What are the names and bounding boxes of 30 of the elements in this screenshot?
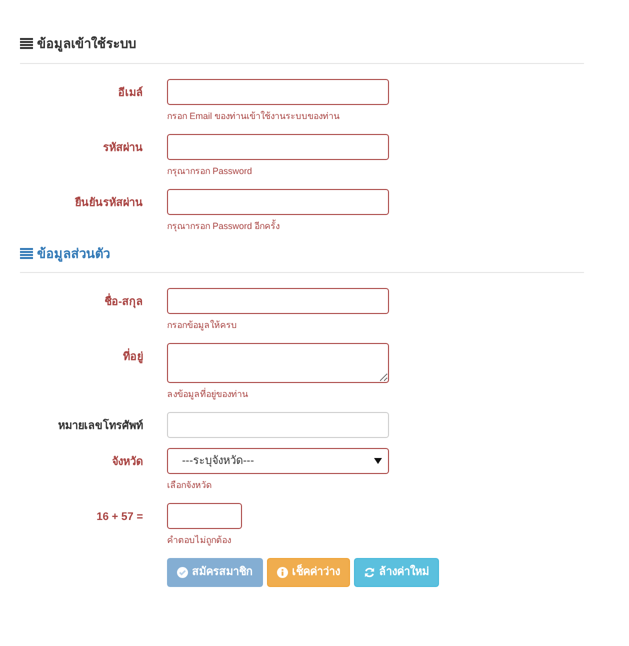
help-text: ลงข้อมูลที่อยู่ของท่าน bbox=[167, 388, 248, 402]
field-label: อีเมล์ bbox=[117, 85, 143, 100]
info-icon bbox=[277, 566, 288, 578]
check-button[interactable]: เช็คค่าว่าง bbox=[267, 558, 350, 586]
help-text: กรอก Email ของท่านเข้าใช้งานระบบของท่าน bbox=[167, 110, 340, 122]
input-field[interactable] bbox=[167, 134, 389, 160]
field-label: รหัสผ่าน bbox=[102, 140, 143, 156]
help-text: คำตอบไม่ถูกต้อง bbox=[167, 534, 231, 548]
help-text: เลือกจังหวัด bbox=[167, 479, 212, 492]
field-label: 16 + 57 = bbox=[96, 510, 143, 525]
field-label: ยืนยันรหัสผ่าน bbox=[74, 196, 143, 210]
textarea-field[interactable] bbox=[167, 343, 389, 383]
help-text: กรุณากรอก Password อีกครั้ง bbox=[167, 220, 280, 233]
input-field[interactable] bbox=[167, 288, 389, 314]
caret-icon bbox=[374, 458, 382, 464]
field-label: จังหวัด bbox=[111, 454, 143, 470]
reset-button[interactable]: ล้างค่าใหม่ bbox=[354, 558, 439, 586]
section-heading: ข้อมูลส่วนตัว bbox=[37, 244, 110, 263]
field-label: ที่อยู่ bbox=[20, 343, 143, 402]
input-field[interactable] bbox=[167, 78, 389, 104]
select-field[interactable]: ---ระบุจังหวัด--- bbox=[167, 448, 389, 474]
help-text: กรอกข้อมูลให้ครบ bbox=[167, 319, 237, 332]
field-label: ชื่อ-สกุล bbox=[20, 288, 143, 333]
help-text: กรุณากรอก Password bbox=[167, 164, 252, 178]
answer-field[interactable] bbox=[167, 503, 242, 529]
section-heading: ข้อมูลเข้าใช้ระบบ bbox=[37, 35, 136, 54]
input-field[interactable] bbox=[167, 188, 389, 214]
refresh-icon bbox=[364, 566, 375, 578]
check-circle-icon bbox=[177, 566, 188, 578]
field-label: หมายเลขโทรศัพท์ bbox=[57, 418, 143, 434]
